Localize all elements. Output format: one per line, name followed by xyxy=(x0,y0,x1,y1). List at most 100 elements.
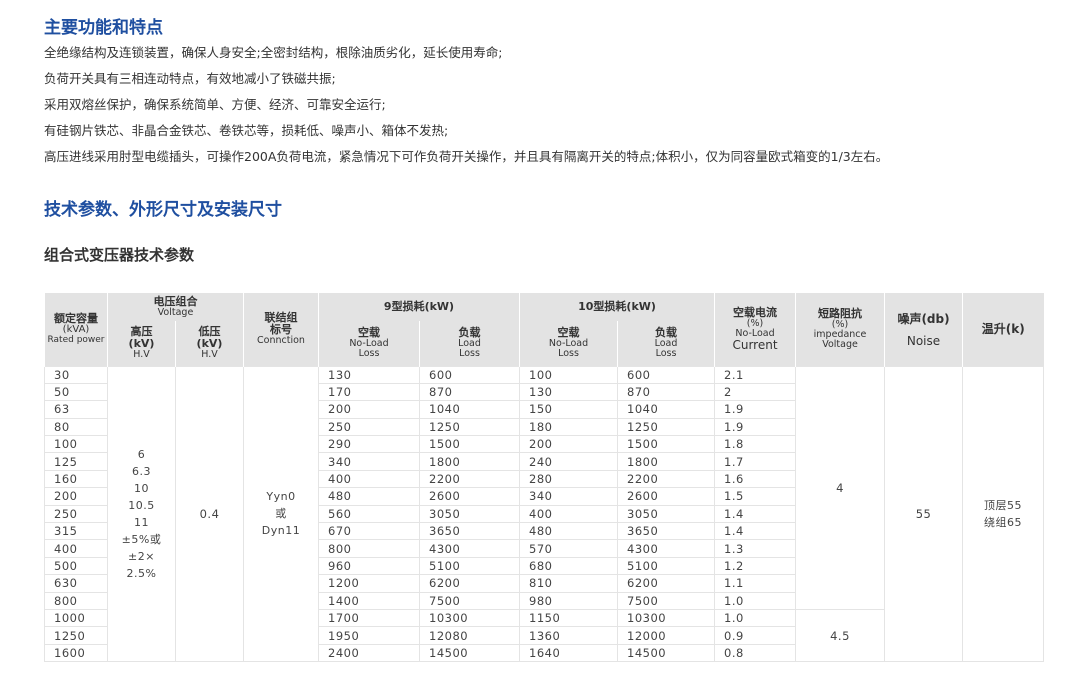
header-voltage-group: 电压组合 Voltage xyxy=(107,293,244,321)
cell-loss9-noload: 250 xyxy=(318,417,420,437)
header-loss10-noload: 空载 No-Load Loss xyxy=(519,321,618,366)
cell-loss10-load: 3650 xyxy=(617,522,716,541)
cell-loss10-noload: 340 xyxy=(519,487,619,506)
cell-noload-current: 1.0 xyxy=(714,608,797,628)
cell-noload-current: 1.9 xyxy=(714,417,797,437)
cell-loss10-load: 600 xyxy=(617,365,716,384)
cell-capacity: 250 xyxy=(44,504,108,524)
params-title: 技术参数、外形尺寸及安装尺寸 xyxy=(44,200,282,220)
cell-capacity: 80 xyxy=(44,417,108,437)
cell-loss10-load: 1800 xyxy=(617,452,716,471)
cell-capacity: 200 xyxy=(44,487,108,506)
table-row: 30 6 6.3 10 10.5 11 ±5%或 ±2× 2.5% 0.4 Yy… xyxy=(44,365,1045,663)
cell-loss9-load: 3050 xyxy=(418,504,521,524)
cell-noise: 55 xyxy=(884,365,964,663)
cell-noload-current: 1.7 xyxy=(714,452,797,471)
cell-loss10-load: 2200 xyxy=(617,469,716,489)
cell-loss10-noload: 100 xyxy=(519,365,619,384)
cell-capacity: 400 xyxy=(44,539,108,558)
cell-loss10-noload: 810 xyxy=(519,574,619,593)
cell-capacity: 630 xyxy=(44,574,108,593)
cell-capacity: 1000 xyxy=(44,608,108,628)
cell-loss9-noload: 290 xyxy=(318,435,420,454)
header-loss10: 10型损耗(kW) xyxy=(519,293,715,321)
cell-loss9-noload: 2400 xyxy=(318,643,420,663)
cell-loss10-noload: 570 xyxy=(519,539,619,558)
cell-loss9-load: 7500 xyxy=(418,591,521,610)
cell-noload-current: 1.8 xyxy=(714,435,797,454)
cell-noload-current: 1.1 xyxy=(714,574,797,593)
cell-loss10-noload: 180 xyxy=(519,417,619,437)
header-impedance: 短路阻抗 (%) impedance Voltage xyxy=(795,293,885,366)
cell-loss9-noload: 1950 xyxy=(318,626,420,645)
cell-capacity: 63 xyxy=(44,400,108,419)
cell-loss10-load: 3050 xyxy=(617,504,716,524)
cell-loss9-load: 5100 xyxy=(418,556,521,576)
cell-loss9-load: 10300 xyxy=(418,608,521,628)
header-noload-current: 空载电流 (%) No-Load Current xyxy=(714,293,796,366)
cell-loss10-load: 870 xyxy=(617,382,716,402)
cell-loss10-noload: 1360 xyxy=(519,626,619,645)
cell-loss9-load: 14500 xyxy=(418,643,521,663)
cell-loss9-noload: 560 xyxy=(318,504,420,524)
feature-line: 全绝缘结构及连锁装置，确保人身安全;全密封结构，根除油质劣化，延长使用寿命; xyxy=(44,45,503,60)
header-noise: 噪声(db) Noise xyxy=(884,293,963,366)
cell-loss9-load: 600 xyxy=(418,365,521,384)
cell-loss10-noload: 240 xyxy=(519,452,619,471)
cell-impedance: 4 xyxy=(795,365,886,610)
cell-loss10-load: 5100 xyxy=(617,556,716,576)
cell-loss9-noload: 1200 xyxy=(318,574,420,593)
cell-loss9-noload: 130 xyxy=(318,365,420,384)
features-title: 主要功能和特点 xyxy=(44,18,163,38)
cell-loss10-noload: 400 xyxy=(519,504,619,524)
cell-noload-current: 2 xyxy=(714,382,797,402)
cell-noload-current: 0.8 xyxy=(714,643,797,663)
cell-loss10-noload: 1150 xyxy=(519,608,619,628)
cell-capacity: 500 xyxy=(44,556,108,576)
cell-noload-current: 1.0 xyxy=(714,591,797,610)
cell-loss10-load: 7500 xyxy=(617,591,716,610)
cell-loss10-noload: 130 xyxy=(519,382,619,402)
cell-capacity: 30 xyxy=(44,365,108,384)
cell-loss9-noload: 340 xyxy=(318,452,420,471)
cell-loss10-load: 10300 xyxy=(617,608,716,628)
cell-loss10-noload: 1640 xyxy=(519,643,619,663)
feature-line: 有硅钢片铁芯、非晶合金铁芯、卷铁芯等，损耗低、噪声小、箱体不发热; xyxy=(44,123,449,138)
cell-noload-current: 2.1 xyxy=(714,365,797,384)
cell-hv-voltage: 6 6.3 10 10.5 11 ±5%或 ±2× 2.5% xyxy=(107,365,176,663)
cell-loss10-load: 4300 xyxy=(617,539,716,558)
cell-capacity: 50 xyxy=(44,382,108,402)
cell-loss9-noload: 170 xyxy=(318,382,420,402)
cell-capacity: 315 xyxy=(44,522,108,541)
cell-noload-current: 1.2 xyxy=(714,556,797,576)
cell-noload-current: 0.9 xyxy=(714,626,797,645)
cell-loss9-load: 1800 xyxy=(418,452,521,471)
header-loss10-load: 负载 Load Loss xyxy=(617,321,715,366)
cell-loss10-noload: 980 xyxy=(519,591,619,610)
cell-loss9-noload: 400 xyxy=(318,469,420,489)
cell-noload-current: 1.9 xyxy=(714,400,797,419)
cell-loss9-noload: 800 xyxy=(318,539,420,558)
feature-line: 高压进线采用肘型电缆插头，可操作200A负荷电流，紧急情况下可作负荷开关操作，并… xyxy=(44,149,889,164)
header-lv: 低压 (kV) H.V xyxy=(175,321,244,366)
cell-loss9-load: 2200 xyxy=(418,469,521,489)
cell-noload-current: 1.4 xyxy=(714,504,797,524)
cell-loss10-noload: 200 xyxy=(519,435,619,454)
cell-temp-rise: 顶层55 绕组65 xyxy=(962,365,1045,663)
cell-capacity: 1600 xyxy=(44,643,108,663)
cell-capacity: 100 xyxy=(44,435,108,454)
cell-loss9-load: 2600 xyxy=(418,487,521,506)
cell-loss9-noload: 670 xyxy=(318,522,420,541)
cell-loss10-load: 1250 xyxy=(617,417,716,437)
header-loss9-noload: 空载 No-Load Loss xyxy=(318,321,420,366)
header-connection: 联结组 标号 Connction xyxy=(243,293,319,366)
cell-loss10-load: 6200 xyxy=(617,574,716,593)
cell-loss9-noload: 1400 xyxy=(318,591,420,610)
cell-loss10-noload: 150 xyxy=(519,400,619,419)
cell-capacity: 125 xyxy=(44,452,108,471)
cell-loss9-load: 1500 xyxy=(418,435,521,454)
cell-loss9-noload: 1700 xyxy=(318,608,420,628)
feature-line: 负荷开关具有三相连动特点，有效地减小了铁磁共振; xyxy=(44,71,336,86)
cell-loss10-load: 14500 xyxy=(617,643,716,663)
cell-connection: Yyn0 或 Dyn11 xyxy=(243,365,319,663)
